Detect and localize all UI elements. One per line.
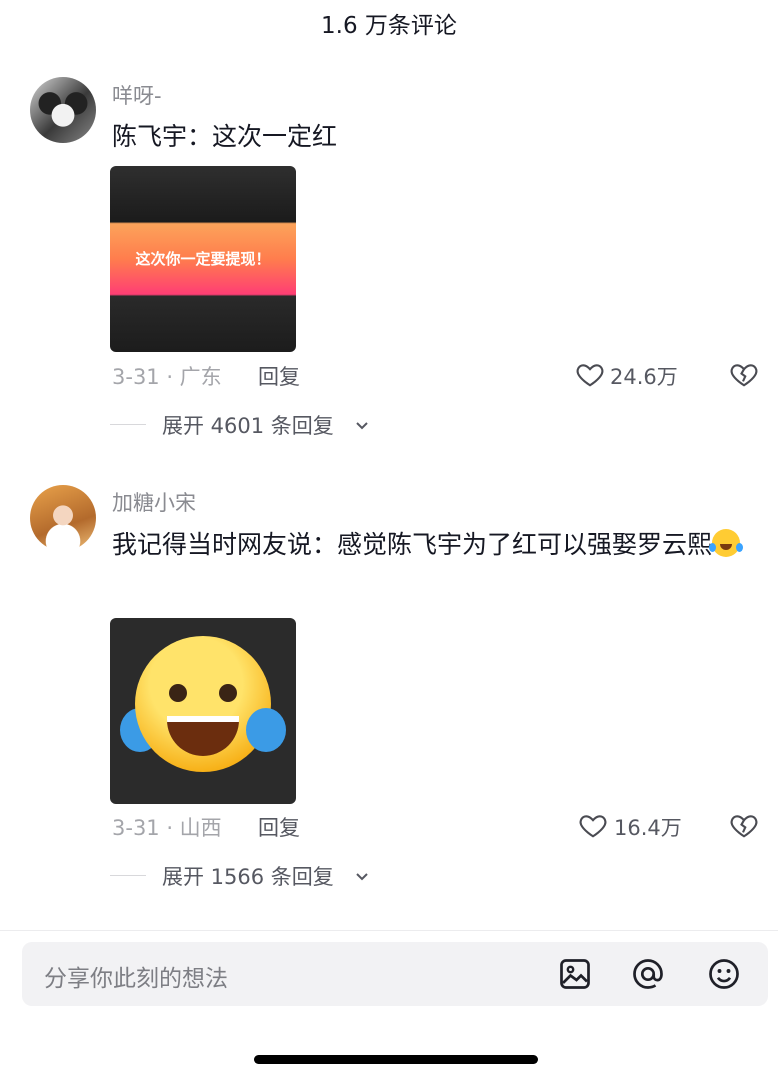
- image-caption: 这次你一定要提现！: [135, 250, 271, 268]
- laugh-cry-emoji-icon: [709, 529, 741, 557]
- comment-input-bar[interactable]: 分享你此刻的想法: [22, 942, 768, 1006]
- comment-count-title: 1.6 万条评论: [321, 13, 457, 39]
- heart-icon[interactable]: [575, 359, 605, 389]
- expand-replies-button[interactable]: 展开 1566 条回复: [162, 861, 334, 891]
- avatar[interactable]: [30, 485, 96, 551]
- expand-replies-button[interactable]: 展开 4601 条回复: [162, 410, 334, 440]
- tear-right-icon: [246, 708, 286, 752]
- comment-text: 我记得当时网友说：感觉陈飞宇为了红可以强娶罗云熙: [112, 522, 762, 568]
- expand-divider: [110, 424, 146, 425]
- chevron-down-icon[interactable]: [354, 868, 370, 884]
- comment-image[interactable]: 这次你一定要提现！: [110, 166, 296, 352]
- expand-divider: [110, 875, 146, 876]
- home-indicator[interactable]: [254, 1055, 538, 1064]
- laugh-cry-emoji-icon: [135, 636, 271, 772]
- comment-text-body: 我记得当时网友说：感觉陈飞宇为了红可以强娶罗云熙: [112, 530, 713, 559]
- at-icon[interactable]: [630, 956, 666, 992]
- comment-image[interactable]: [110, 618, 296, 804]
- comment-text: 陈飞宇：这次一定红: [112, 122, 338, 151]
- avatar[interactable]: [30, 77, 96, 143]
- broken-heart-icon[interactable]: [728, 359, 760, 389]
- chevron-down-icon[interactable]: [354, 417, 370, 433]
- image-icon[interactable]: [557, 956, 593, 992]
- heart-icon[interactable]: [578, 810, 608, 840]
- comments-header: 1.6 万条评论: [0, 0, 778, 42]
- comment-date-location: 3-31 · 广东: [112, 365, 222, 389]
- broken-heart-icon[interactable]: [728, 810, 760, 840]
- comment-username[interactable]: 加糖小宋: [112, 487, 196, 517]
- comment-date-location: 3-31 · 山西: [112, 816, 222, 840]
- smile-icon[interactable]: [706, 956, 742, 992]
- like-count: 24.6万: [610, 365, 678, 389]
- reply-button[interactable]: 回复: [258, 812, 300, 842]
- comment-username[interactable]: 咩呀-: [112, 80, 162, 110]
- reply-button[interactable]: 回复: [258, 361, 300, 391]
- comment-input-placeholder[interactable]: 分享你此刻的想法: [44, 959, 228, 993]
- like-count: 16.4万: [614, 816, 682, 840]
- input-divider: [0, 930, 778, 931]
